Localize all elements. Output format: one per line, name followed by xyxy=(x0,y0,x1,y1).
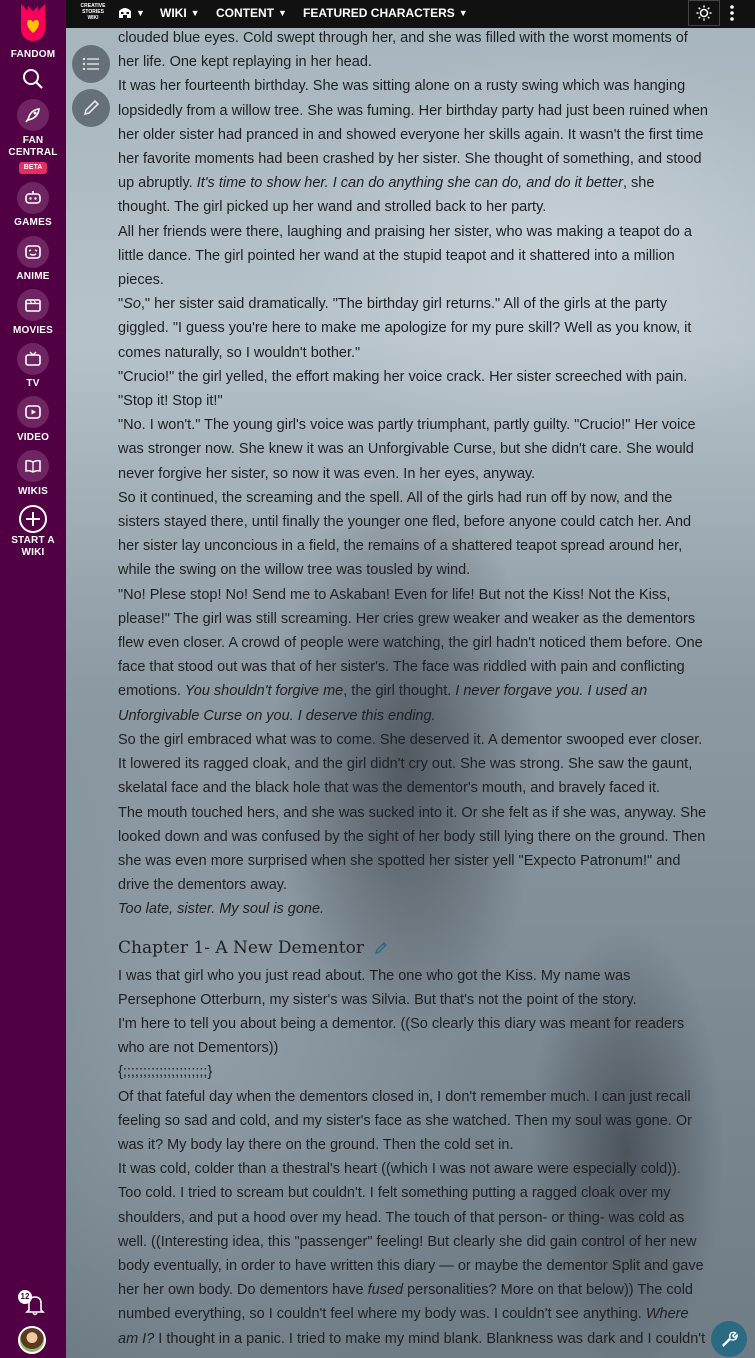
paragraph: {;;;;;;;;;;;;;;;;;;;;;} xyxy=(118,1064,213,1081)
movies-button[interactable] xyxy=(17,289,49,321)
fan-central-button[interactable] xyxy=(17,99,49,131)
chevron-down-icon: ▼ xyxy=(458,8,468,18)
notification-count-badge: 12 xyxy=(18,1290,32,1304)
nav-wiki-menu[interactable]: WIKI ▼ xyxy=(160,6,200,20)
pencil-icon xyxy=(83,99,100,116)
search-button[interactable] xyxy=(20,66,46,92)
nav-community-menu[interactable]: ▼ xyxy=(118,6,145,20)
plus-circle-icon xyxy=(19,505,47,533)
sun-icon xyxy=(696,5,712,21)
more-options-button[interactable] xyxy=(722,0,742,26)
paragraph: clouded blue eyes. Cold swept through he… xyxy=(118,30,688,71)
paragraph: I was that girl who you just read about.… xyxy=(118,967,637,1008)
community-icon xyxy=(119,8,131,18)
wiki-logo[interactable]: CREATIVE STORIES WIKI xyxy=(78,3,108,25)
anime-icon xyxy=(25,245,41,259)
book-icon xyxy=(25,459,41,473)
chapter-heading-text: Chapter 1- A New Dementor xyxy=(118,937,364,958)
paragraph: So it continued, the screaming and the s… xyxy=(118,489,692,579)
fan-central-label[interactable]: FAN CENTRAL xyxy=(0,135,66,159)
nav-label: WIKI xyxy=(160,6,187,20)
nav-label: CONTENT xyxy=(216,6,274,20)
paragraph: "No! Plese stop! No! Send me to Askaban!… xyxy=(118,586,703,724)
wrench-icon xyxy=(722,1331,738,1348)
wiki-top-nav: CREATIVE STORIES WIKI ▼ WIKI ▼ CONTENT ▼… xyxy=(66,0,755,28)
anime-button[interactable] xyxy=(17,236,49,268)
paragraph: "No. I won't." The young girl's voice wa… xyxy=(118,417,696,482)
paragraph: "So," her sister said dramatically. "The… xyxy=(118,296,692,361)
paragraph: "Crucio!" the girl yelled, the effort ma… xyxy=(118,368,688,410)
anime-label[interactable]: ANIME xyxy=(0,271,66,283)
wikis-label[interactable]: WIKIS xyxy=(0,486,66,498)
article-content: clouded blue eyes. Cold swept through he… xyxy=(118,26,708,1351)
gamepad-icon xyxy=(25,191,41,204)
search-icon xyxy=(23,69,43,89)
paragraph: It was cold, colder than a thestral's he… xyxy=(118,1161,706,1347)
edit-page-button[interactable] xyxy=(72,89,110,127)
fandom-label[interactable]: FANDOM xyxy=(0,49,66,61)
paragraph: I'm here to tell you about being a demen… xyxy=(118,1015,685,1057)
chapter-heading: Chapter 1- A New Dementor xyxy=(118,936,708,960)
tools-button[interactable] xyxy=(711,1321,747,1357)
video-label[interactable]: VIDEO xyxy=(0,432,66,444)
start-a-wiki-button[interactable] xyxy=(17,503,49,535)
rocket-icon xyxy=(25,108,40,123)
tv-label[interactable]: TV xyxy=(0,378,66,390)
start-a-wiki-label[interactable]: START A WIKI xyxy=(10,535,56,559)
games-label[interactable]: GAMES xyxy=(0,217,66,229)
more-vertical-icon xyxy=(730,5,734,21)
paragraph: The mouth touched hers, and she was suck… xyxy=(118,804,707,894)
paragraph: So the girl embraced what was to come. S… xyxy=(118,731,703,797)
nav-featured-characters-menu[interactable]: FEATURED CHARACTERS ▼ xyxy=(303,6,468,20)
paragraph: Of that fateful day when the dementors c… xyxy=(118,1088,692,1153)
tv-icon xyxy=(25,351,41,366)
nav-label: FEATURED CHARACTERS xyxy=(303,6,455,20)
tv-button[interactable] xyxy=(17,343,49,375)
edit-section-icon[interactable] xyxy=(374,941,388,955)
fandom-logo-icon[interactable] xyxy=(16,2,50,42)
paragraph: Too late, sister. My soul is gone. xyxy=(118,901,325,918)
games-button[interactable] xyxy=(17,182,49,214)
video-button[interactable] xyxy=(17,396,49,428)
global-navigation: FANDOM FAN CENTRAL BETA GAMES ANIME MOVI… xyxy=(0,0,66,1358)
user-avatar[interactable] xyxy=(18,1326,46,1354)
theme-toggle-button[interactable] xyxy=(688,0,720,26)
movie-icon xyxy=(25,299,41,312)
chevron-down-icon: ▼ xyxy=(136,8,145,18)
beta-badge: BETA xyxy=(19,162,47,174)
paragraph: It was her fourteenth birthday. She was … xyxy=(118,78,708,216)
video-icon xyxy=(25,405,41,419)
movies-label[interactable]: MOVIES xyxy=(0,325,66,337)
list-icon xyxy=(82,57,99,71)
chevron-down-icon: ▼ xyxy=(190,8,200,18)
paragraph: All her friends were there, laughing and… xyxy=(118,223,692,289)
nav-content-menu[interactable]: CONTENT ▼ xyxy=(216,6,287,20)
table-of-contents-button[interactable] xyxy=(72,45,110,83)
wikis-button[interactable] xyxy=(17,450,49,482)
chevron-down-icon: ▼ xyxy=(278,8,287,18)
